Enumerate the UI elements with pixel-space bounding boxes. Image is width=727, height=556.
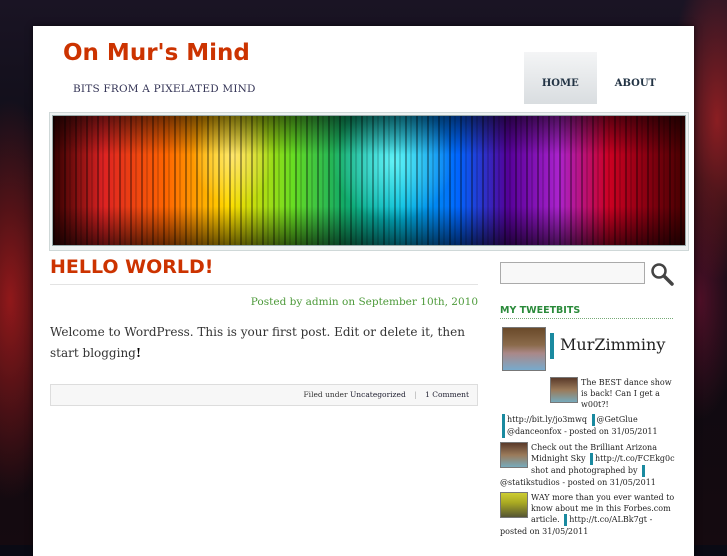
link-bar — [502, 426, 505, 438]
tweet-avatar[interactable] — [500, 442, 528, 468]
link-bar — [642, 465, 646, 477]
tweet-1-links: http://bit.ly/jo3mwq @GetGlue @danceonfo… — [500, 414, 675, 438]
nav-home[interactable]: HOME — [523, 52, 597, 104]
tweet-date: - posted on 31/05/2011 — [564, 427, 658, 436]
twitter-name[interactable]: MurZimminy — [560, 335, 665, 354]
tweet-link[interactable]: http://t.co/FCEkg0c — [595, 454, 675, 463]
search-input[interactable] — [500, 262, 645, 284]
tweet-after: shot and photographed by — [531, 466, 638, 475]
tweet-mention[interactable]: @statikstudios — [500, 478, 560, 487]
header-banner-frame — [49, 112, 689, 251]
post-footer: Filed under Uncategorized | 1 Comment — [50, 384, 478, 406]
tweet-mention[interactable]: @GetGlue — [597, 415, 638, 424]
tweet-link[interactable]: http://bit.ly/jo3mwq — [507, 415, 587, 424]
tweet-avatar[interactable] — [500, 492, 528, 518]
post-body-end: ! — [135, 346, 142, 360]
avatar[interactable] — [502, 327, 546, 371]
tweet-avatar[interactable] — [550, 377, 578, 403]
filed-under-label: Filed under — [303, 390, 348, 399]
tweet-list: The BEST dance show is back! Can I get a… — [500, 377, 675, 537]
tweet-link[interactable]: http://t.co/ALBk7gt — [569, 515, 647, 524]
search-icon[interactable] — [650, 262, 674, 286]
nav-about[interactable]: ABOUT — [597, 52, 674, 104]
widget-title: MY TWEETBITS — [500, 305, 673, 319]
footer-separator: | — [414, 390, 417, 399]
tweet-3: WAY more than you ever wanted to know ab… — [500, 492, 675, 537]
link-bar — [591, 414, 595, 426]
tweet-mention[interactable]: @danceonfox — [507, 427, 562, 436]
search-form — [500, 262, 675, 286]
header-banner-image — [52, 115, 686, 246]
link-bar — [564, 514, 568, 526]
link-bar — [502, 414, 505, 426]
post: HELLO WORLD! Posted by admin on Septembe… — [50, 256, 478, 406]
twitter-name-bar — [550, 333, 554, 359]
post-meta: Posted by admin on September 10th, 2010 — [250, 296, 478, 308]
sidebar: MY TWEETBITS MurZimminy The BEST dance s… — [500, 262, 675, 537]
post-title[interactable]: HELLO WORLD! — [50, 256, 478, 285]
comments-link[interactable]: 1 Comment — [425, 390, 469, 399]
tweet-text: The BEST dance show is back! Can I get a… — [581, 378, 672, 409]
tweet-2: Check out the Brilliant Arizona Midnight… — [500, 442, 675, 488]
twitter-header: MurZimminy — [500, 327, 675, 373]
page-container: On Mur's Mind BITS FROM A PIXELATED MIND… — [33, 26, 694, 556]
site-title[interactable]: On Mur's Mind — [63, 40, 250, 66]
post-body: Welcome to WordPress. This is your first… — [50, 322, 478, 364]
main-nav: HOME ABOUT — [523, 52, 674, 104]
tweet-date: - posted on 31/05/2011 — [562, 478, 656, 487]
tweet-1: The BEST dance show is back! Can I get a… — [500, 377, 675, 410]
link-bar — [590, 453, 594, 465]
post-body-text: Welcome to WordPress. This is your first… — [50, 325, 465, 360]
site-tagline: BITS FROM A PIXELATED MIND — [73, 83, 256, 95]
category-link[interactable]: Uncategorized — [350, 390, 406, 399]
